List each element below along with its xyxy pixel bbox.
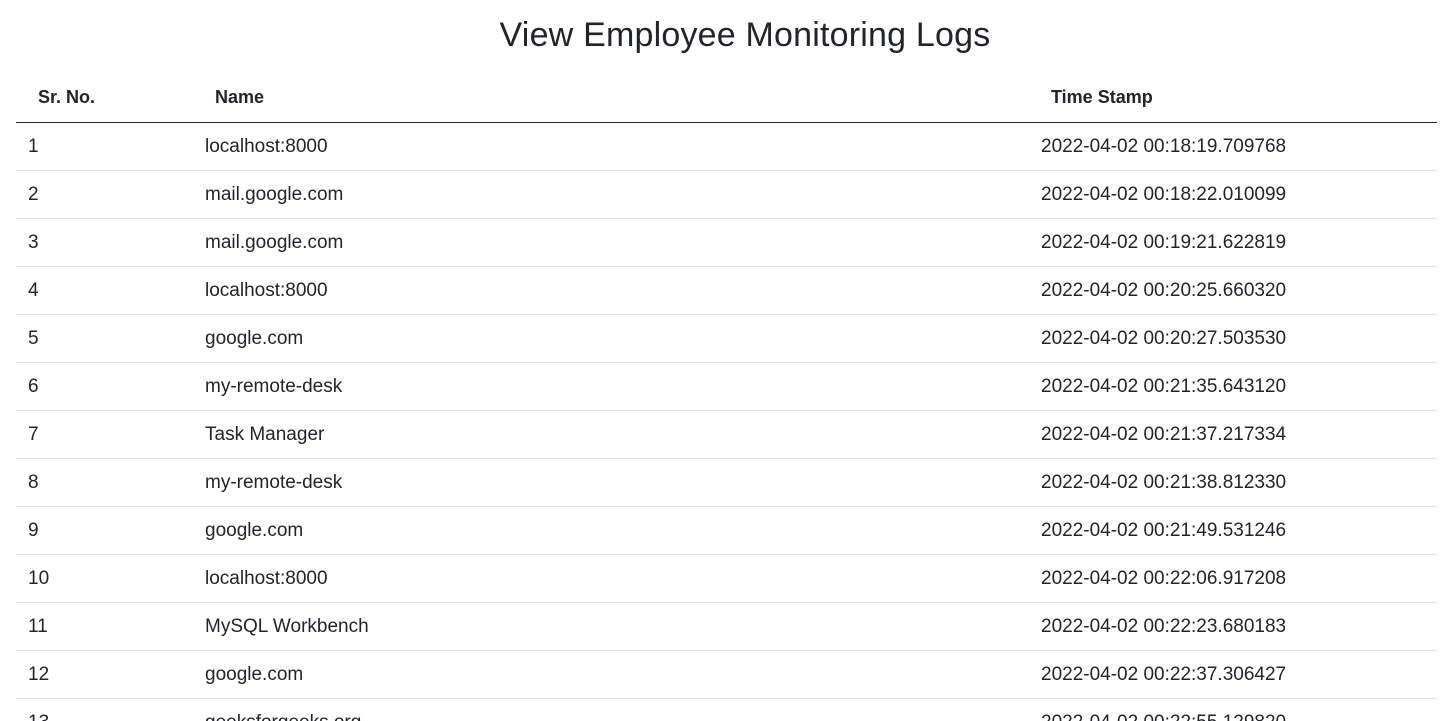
table-row: 9 google.com 2022-04-02 00:21:49.531246 — [16, 506, 1437, 555]
header-time-stamp: Time Stamp — [1029, 72, 1437, 123]
cell-time-stamp: 2022-04-02 00:22:37.306427 — [1029, 650, 1437, 699]
cell-time-stamp: 2022-04-02 00:18:19.709768 — [1029, 122, 1437, 171]
cell-name: mail.google.com — [193, 218, 1029, 267]
cell-sr-no: 3 — [16, 218, 193, 267]
table-row: 3 mail.google.com 2022-04-02 00:19:21.62… — [16, 218, 1437, 267]
table-row: 12 google.com 2022-04-02 00:22:37.306427 — [16, 650, 1437, 699]
cell-name: MySQL Workbench — [193, 602, 1029, 651]
cell-name: Task Manager — [193, 410, 1029, 459]
cell-time-stamp: 2022-04-02 00:22:06.917208 — [1029, 554, 1437, 603]
cell-time-stamp: 2022-04-02 00:22:55.129820 — [1029, 698, 1437, 721]
cell-sr-no: 4 — [16, 266, 193, 315]
cell-time-stamp: 2022-04-02 00:21:35.643120 — [1029, 362, 1437, 411]
cell-sr-no: 5 — [16, 314, 193, 363]
cell-sr-no: 7 — [16, 410, 193, 459]
cell-time-stamp: 2022-04-02 00:21:38.812330 — [1029, 458, 1437, 507]
table-body: 1 localhost:8000 2022-04-02 00:18:19.709… — [16, 122, 1437, 721]
cell-name: geeksforgeeks.org — [193, 698, 1029, 721]
cell-name: google.com — [193, 650, 1029, 699]
cell-sr-no: 13 — [16, 698, 193, 721]
table-row: 1 localhost:8000 2022-04-02 00:18:19.709… — [16, 122, 1437, 171]
cell-name: localhost:8000 — [193, 122, 1029, 171]
cell-name: google.com — [193, 506, 1029, 555]
table-row: 8 my-remote-desk 2022-04-02 00:21:38.812… — [16, 458, 1437, 507]
cell-time-stamp: 2022-04-02 00:20:27.503530 — [1029, 314, 1437, 363]
header-name: Name — [193, 72, 1029, 123]
cell-sr-no: 10 — [16, 554, 193, 603]
cell-name: localhost:8000 — [193, 266, 1029, 315]
cell-sr-no: 11 — [16, 602, 193, 651]
table-row: 10 localhost:8000 2022-04-02 00:22:06.91… — [16, 554, 1437, 603]
table-row: 2 mail.google.com 2022-04-02 00:18:22.01… — [16, 170, 1437, 219]
header-sr-no: Sr. No. — [16, 72, 193, 123]
cell-time-stamp: 2022-04-02 00:18:22.010099 — [1029, 170, 1437, 219]
logs-table: Sr. No. Name Time Stamp 1 localhost:8000… — [16, 72, 1437, 721]
cell-name: google.com — [193, 314, 1029, 363]
cell-time-stamp: 2022-04-02 00:21:37.217334 — [1029, 410, 1437, 459]
page: View Employee Monitoring Logs Sr. No. Na… — [0, 0, 1446, 721]
cell-sr-no: 9 — [16, 506, 193, 555]
cell-time-stamp: 2022-04-02 00:20:25.660320 — [1029, 266, 1437, 315]
cell-name: localhost:8000 — [193, 554, 1029, 603]
cell-time-stamp: 2022-04-02 00:21:49.531246 — [1029, 506, 1437, 555]
cell-sr-no: 12 — [16, 650, 193, 699]
page-title: View Employee Monitoring Logs — [499, 16, 991, 54]
cell-time-stamp: 2022-04-02 00:22:23.680183 — [1029, 602, 1437, 651]
cell-sr-no: 6 — [16, 362, 193, 411]
table-row: 11 MySQL Workbench 2022-04-02 00:22:23.6… — [16, 602, 1437, 651]
cell-sr-no: 2 — [16, 170, 193, 219]
table-row: 6 my-remote-desk 2022-04-02 00:21:35.643… — [16, 362, 1437, 411]
cell-name: mail.google.com — [193, 170, 1029, 219]
cell-sr-no: 8 — [16, 458, 193, 507]
cell-name: my-remote-desk — [193, 362, 1029, 411]
cell-time-stamp: 2022-04-02 00:19:21.622819 — [1029, 218, 1437, 267]
cell-sr-no: 1 — [16, 122, 193, 171]
table-header: Sr. No. Name Time Stamp — [16, 72, 1437, 123]
table-row: 5 google.com 2022-04-02 00:20:27.503530 — [16, 314, 1437, 363]
table-row: 7 Task Manager 2022-04-02 00:21:37.21733… — [16, 410, 1437, 459]
header-row: Sr. No. Name Time Stamp — [16, 72, 1437, 123]
cell-name: my-remote-desk — [193, 458, 1029, 507]
table-row: 4 localhost:8000 2022-04-02 00:20:25.660… — [16, 266, 1437, 315]
table-row: 13 geeksforgeeks.org 2022-04-02 00:22:55… — [16, 698, 1437, 721]
